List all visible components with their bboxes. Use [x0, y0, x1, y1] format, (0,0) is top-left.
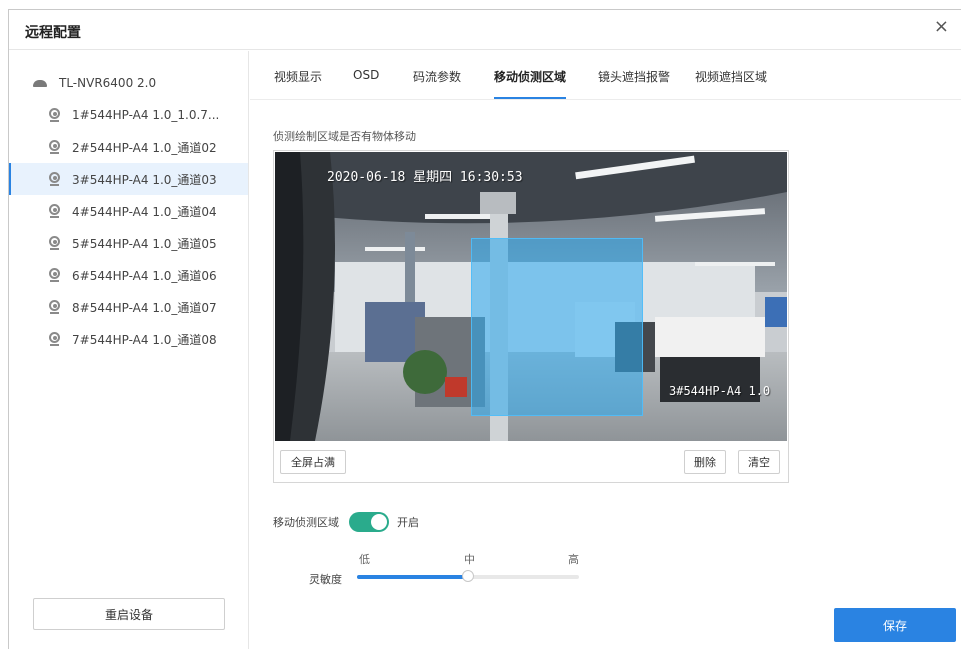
tab-item[interactable]: OSD: [353, 68, 379, 82]
video-preview[interactable]: 2020-06-18 星期四 16:30:53 3#544HP-A4 1.0: [275, 152, 787, 441]
tab-item[interactable]: 移动侦测区域: [494, 68, 566, 85]
channel-label: 4#544HP-A4 1.0_通道04: [72, 204, 217, 219]
scale-low-label: 低: [359, 553, 370, 566]
clear-button[interactable]: 清空: [738, 450, 780, 474]
camera-icon: [49, 204, 60, 218]
reboot-button[interactable]: 重启设备: [33, 598, 225, 630]
nvr-icon: [33, 79, 47, 87]
sensitivity-slider-thumb[interactable]: [462, 570, 474, 582]
channel-list: 1#544HP-A4 1.0_1.0.7... 2#544HP-A4 1.0_通道…: [9, 99, 248, 355]
motion-detection-state: 开启: [397, 516, 419, 529]
channel-item[interactable]: 4#544HP-A4 1.0_通道04: [9, 195, 248, 227]
motion-detection-label: 移动侦测区域: [273, 516, 339, 529]
tab-item[interactable]: 码流参数: [413, 68, 461, 85]
channel-item[interactable]: 1#544HP-A4 1.0_1.0.7...: [9, 99, 248, 131]
channel-item[interactable]: 2#544HP-A4 1.0_通道02: [9, 131, 248, 163]
tab-item[interactable]: 镜头遮挡报警: [598, 68, 670, 85]
camera-icon: [49, 332, 60, 346]
osd-channel-name: 3#544HP-A4 1.0: [669, 384, 771, 398]
channel-label: 5#544HP-A4 1.0_通道05: [72, 236, 217, 251]
camera-icon: [49, 236, 60, 250]
tab-bar: 视频显示 OSD 码流参数 移动侦测区域 镜头遮挡报警 视频遮挡区域: [250, 51, 961, 100]
channel-item[interactable]: 6#544HP-A4 1.0_通道06: [9, 259, 248, 291]
device-sidebar: TL-NVR6400 2.0 1#544HP-A4 1.0_1.0.7... 2#…: [9, 51, 249, 649]
active-tab-indicator: [494, 97, 566, 99]
tab-item[interactable]: 视频显示: [274, 68, 322, 85]
remote-config-dialog: 远程配置 × TL-NVR6400 2.0 1#544HP-A4 1.0_1.0…: [8, 9, 961, 649]
channel-item[interactable]: 3#544HP-A4 1.0_通道03: [9, 163, 248, 195]
channel-label: 1#544HP-A4 1.0_1.0.7...: [72, 108, 220, 122]
video-toolbar: 全屏占满 删除 清空: [274, 442, 788, 482]
toggle-knob: [371, 514, 387, 530]
tab-item[interactable]: 视频遮挡区域: [695, 68, 767, 85]
channel-item[interactable]: 7#544HP-A4 1.0_通道08: [9, 323, 248, 355]
fullscreen-fill-button[interactable]: 全屏占满: [280, 450, 346, 474]
channel-label: 2#544HP-A4 1.0_通道02: [72, 140, 217, 155]
main-panel: 视频显示 OSD 码流参数 移动侦测区域 镜头遮挡报警 视频遮挡区域 侦测绘制区域是否有物…: [250, 51, 961, 649]
channel-label: 6#544HP-A4 1.0_通道06: [72, 268, 217, 283]
channel-label: 7#544HP-A4 1.0_通道08: [72, 332, 217, 347]
motion-detection-row: 移动侦测区域 开启: [273, 511, 419, 533]
scale-mid-label: 中: [464, 553, 475, 566]
osd-timestamp: 2020-06-18 星期四 16:30:53: [327, 170, 523, 185]
device-name: TL-NVR6400 2.0: [59, 76, 157, 90]
sensitivity-slider-fill: [357, 575, 468, 579]
channel-label: 8#544HP-A4 1.0_通道07: [72, 300, 217, 315]
scale-high-label: 高: [568, 553, 579, 566]
camera-icon: [49, 300, 60, 314]
save-button[interactable]: 保存: [834, 608, 956, 642]
motion-detection-area[interactable]: [471, 238, 643, 416]
sensitivity-label: 灵敏度: [309, 573, 342, 586]
delete-button[interactable]: 删除: [684, 450, 726, 474]
motion-detection-toggle[interactable]: [349, 512, 389, 532]
sensitivity-slider[interactable]: [357, 570, 579, 582]
video-editor: 2020-06-18 星期四 16:30:53 3#544HP-A4 1.0 全…: [273, 150, 789, 483]
camera-icon: [49, 268, 60, 282]
camera-icon: [49, 108, 60, 122]
title-bar: 远程配置 ×: [9, 10, 961, 50]
device-node[interactable]: TL-NVR6400 2.0: [33, 76, 156, 90]
detection-hint: 侦测绘制区域是否有物体移动: [273, 130, 416, 143]
channel-item[interactable]: 8#544HP-A4 1.0_通道07: [9, 291, 248, 323]
camera-icon: [49, 172, 60, 186]
channel-label: 3#544HP-A4 1.0_通道03: [72, 172, 217, 187]
close-icon[interactable]: ×: [934, 16, 949, 37]
camera-icon: [49, 140, 60, 154]
dialog-title: 远程配置: [25, 25, 81, 41]
channel-item[interactable]: 5#544HP-A4 1.0_通道05: [9, 227, 248, 259]
